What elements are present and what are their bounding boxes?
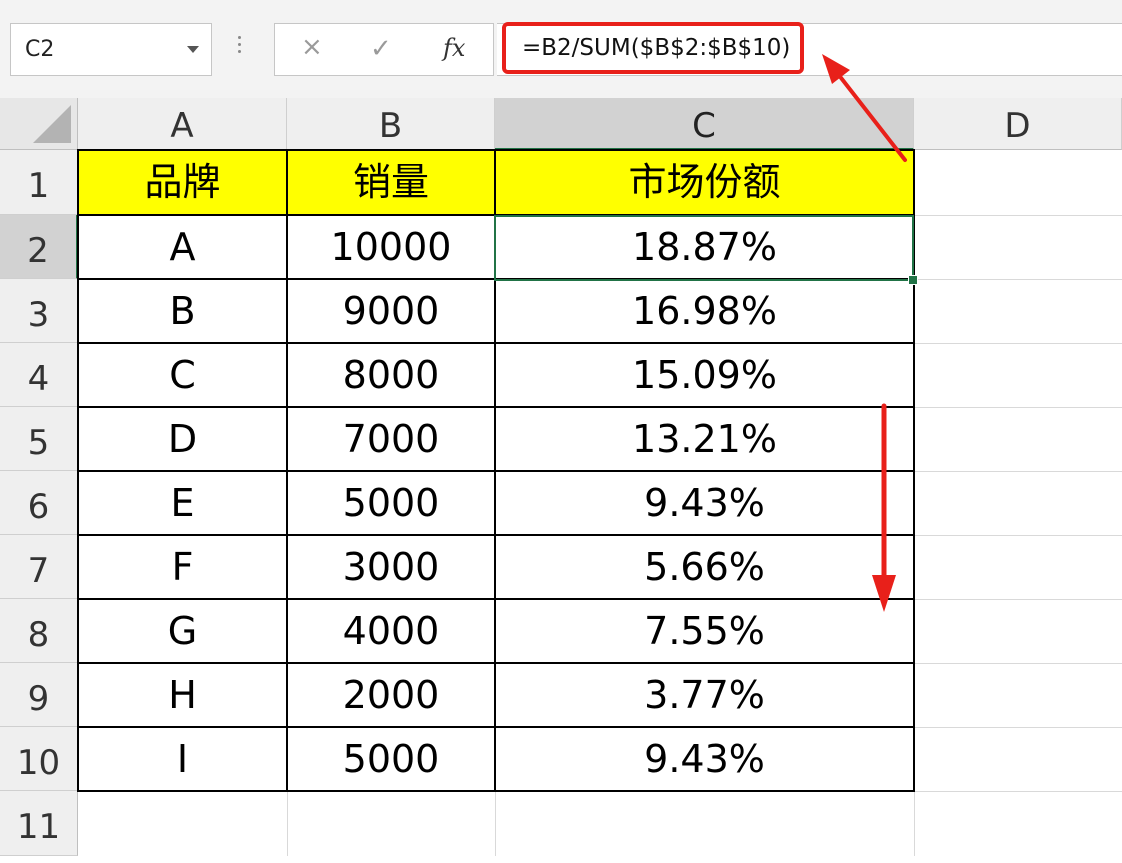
annotation-layer	[822, 54, 907, 612]
arrow-to-formula	[822, 54, 907, 162]
arrow-down-fill	[872, 403, 896, 612]
